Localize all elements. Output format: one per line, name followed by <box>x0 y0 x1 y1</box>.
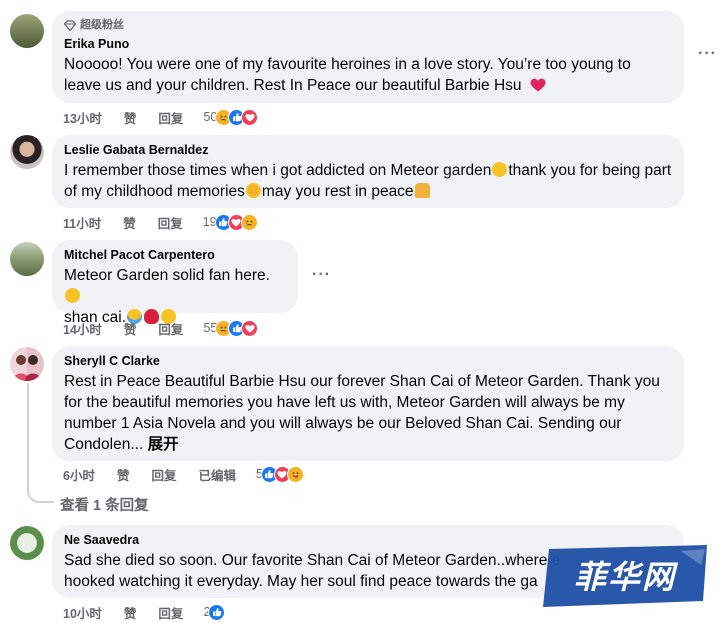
reply-button[interactable]: 回复 <box>158 319 183 338</box>
comment-text: Rest in Peace Beautiful Barbie Hsu our f… <box>64 371 672 455</box>
comment-actions: 11小时 赞 回复 19 <box>63 213 258 231</box>
reply-button[interactable]: 回复 <box>158 108 183 127</box>
reaction-summary[interactable]: 5 <box>256 465 304 483</box>
care-reaction-icon <box>286 465 304 483</box>
comment-text: Sad she died so soon. Our favorite Shan … <box>64 552 561 590</box>
like-button[interactable]: 赞 <box>117 465 130 484</box>
comment-actions: 6小时 赞 回复 已编辑 5 <box>63 465 304 483</box>
reply-button[interactable]: 回复 <box>158 213 183 232</box>
watermark-text: 菲华网 <box>574 558 679 596</box>
comment-text: I remember those times when i got addict… <box>64 160 672 202</box>
smiling-face-with-hearts-emoji-icon <box>245 183 261 198</box>
comment-time[interactable]: 10小时 <box>63 603 102 622</box>
like-button[interactable]: 赞 <box>124 319 137 338</box>
reply-button[interactable]: 回复 <box>158 603 183 622</box>
sad-reaction-icon <box>240 213 258 231</box>
comment-text: Nooooo! You were one of my favourite her… <box>64 54 672 96</box>
like-button[interactable]: 赞 <box>124 108 137 127</box>
comment-body-part-1: I remember those times when i got addict… <box>64 162 492 179</box>
like-reaction-icon <box>208 603 226 621</box>
comment-actions: 10小时 赞 回复 2 <box>63 603 226 622</box>
view-replies-link[interactable]: 查看 1 条回复 <box>60 494 149 515</box>
comment-actions: 13小时 赞 回复 50 <box>63 108 259 127</box>
avatar[interactable] <box>10 526 44 560</box>
comment-author[interactable]: Leslie Gabata Bernaldez <box>64 142 672 158</box>
edited-label[interactable]: 已编辑 <box>198 465 236 484</box>
diamond-icon <box>64 19 76 31</box>
comment-author[interactable]: Erika Puno <box>64 36 672 52</box>
sad-face-emoji-icon <box>492 162 508 177</box>
site-watermark-logo: 菲华网 <box>541 545 711 607</box>
reply-button[interactable]: 回复 <box>151 465 176 484</box>
comment-author[interactable]: Sheryll C Clarke <box>64 353 672 369</box>
badge-label: 超级粉丝 <box>80 19 124 31</box>
avatar[interactable] <box>10 242 44 276</box>
more-options-icon[interactable]: ··· <box>698 45 717 63</box>
love-reaction-icon <box>241 319 259 337</box>
folded-hands-emoji-icon <box>414 183 430 198</box>
avatar[interactable] <box>10 135 44 169</box>
comment-bubble: 超级粉丝 Erika Puno Nooooo! You were one of … <box>52 11 684 103</box>
comment-bubble: Leslie Gabata Bernaldez I remember those… <box>52 135 684 208</box>
like-button[interactable]: 赞 <box>124 603 137 622</box>
reaction-summary[interactable]: 55 <box>203 319 259 337</box>
love-reaction-icon <box>241 108 259 126</box>
comment-time[interactable]: 13小时 <box>63 108 102 127</box>
see-more-link[interactable]: 展开 <box>148 436 179 453</box>
comment-author[interactable]: Mitchel Pacot Carpentero <box>64 247 286 263</box>
comment-time[interactable]: 11小时 <box>63 213 101 232</box>
comment-body-part-3: may you rest in peace <box>261 183 414 200</box>
comment-bubble: Sheryll C Clarke Rest in Peace Beautiful… <box>52 346 684 461</box>
more-options-icon[interactable]: ··· <box>312 266 331 284</box>
comment-actions: 14小时 赞 回复 55 <box>63 319 259 338</box>
avatar-people-icon <box>13 355 41 381</box>
comment-time[interactable]: 14小时 <box>63 319 102 338</box>
reply-thread-line <box>27 383 54 503</box>
avatar[interactable] <box>10 347 44 381</box>
top-fan-badge: 超级粉丝 <box>64 18 672 32</box>
reaction-summary[interactable]: 19 <box>203 213 258 231</box>
comment-body-part-1: Meteor Garden solid fan here. <box>64 267 270 284</box>
reaction-summary[interactable]: 50 <box>203 108 259 126</box>
avatar[interactable] <box>10 14 44 48</box>
reaction-summary[interactable]: 2 <box>203 603 226 621</box>
red-heart-emoji-icon <box>530 78 546 92</box>
comment-time[interactable]: 6小时 <box>63 465 95 484</box>
pensive-face-emoji-icon <box>65 288 80 303</box>
like-button[interactable]: 赞 <box>123 213 136 232</box>
comment-bubble: Mitchel Pacot Carpentero Meteor Garden s… <box>52 240 298 326</box>
